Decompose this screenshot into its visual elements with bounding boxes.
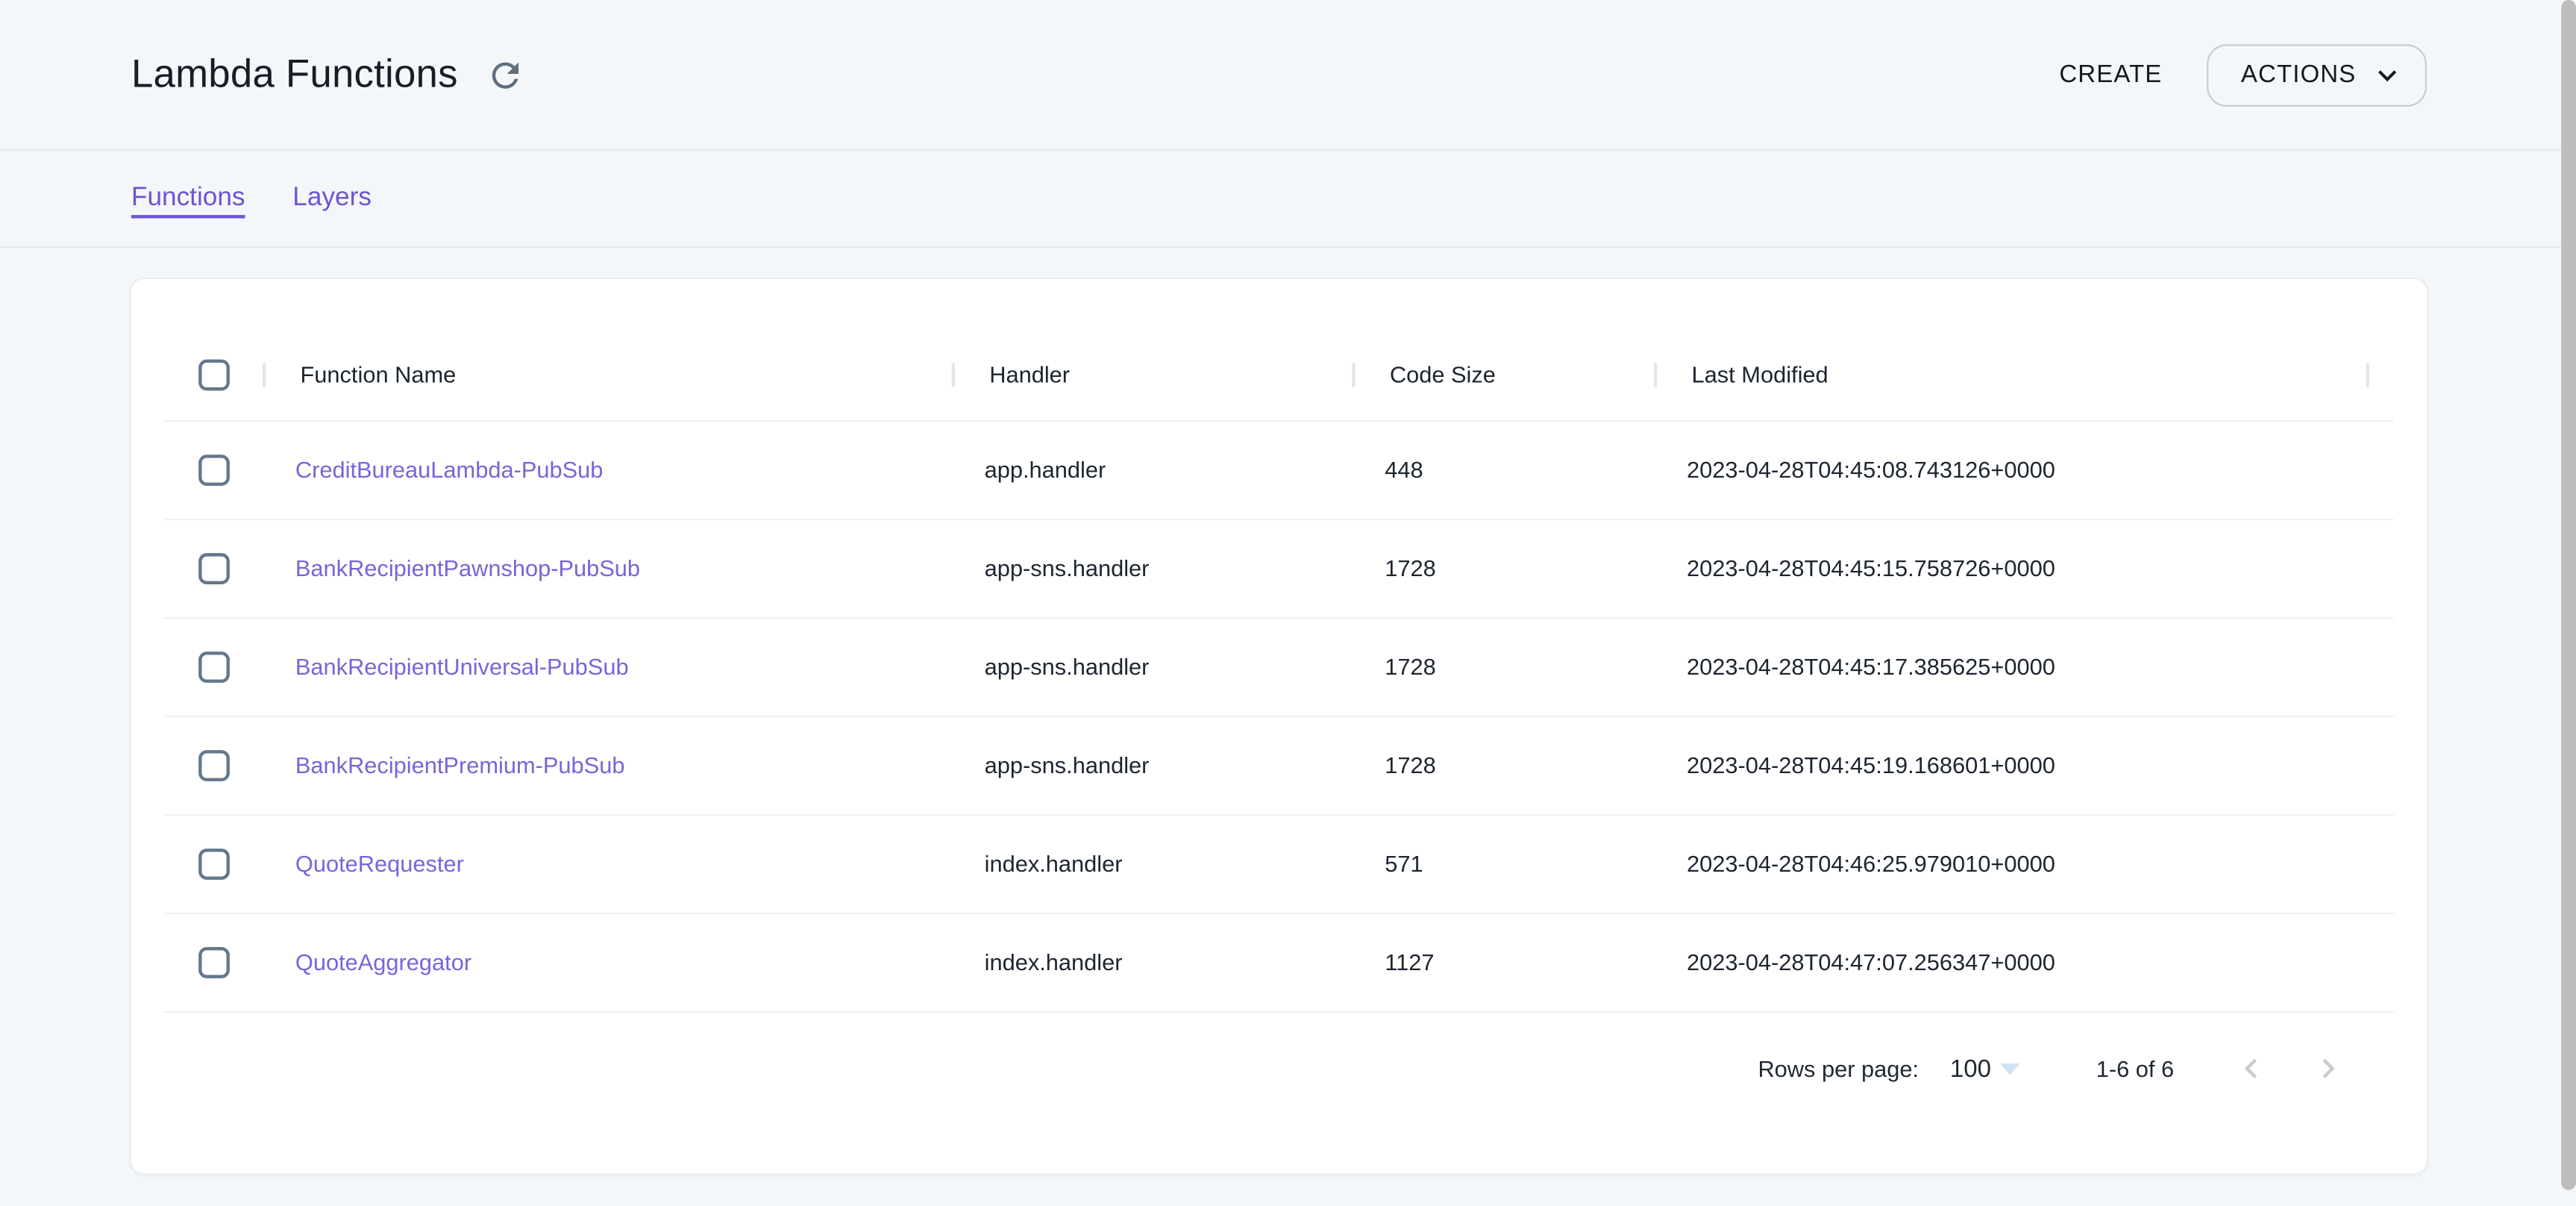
header-checkbox-cell [164, 328, 263, 420]
last-modified-cell: 2023-04-28T04:47:07.256347+0000 [1654, 948, 2055, 974]
row-checkbox[interactable] [198, 750, 229, 781]
table-row: QuoteRequester index.handler 571 2023-04… [164, 816, 2394, 914]
function-name-link[interactable]: BankRecipientPawnshop-PubSub [263, 554, 640, 580]
vertical-scrollbar[interactable] [2561, 0, 2576, 1190]
handler-cell: index.handler [952, 849, 1123, 875]
row-checkbox[interactable] [198, 454, 229, 486]
code-size-cell: 1728 [1352, 554, 1436, 580]
row-checkbox[interactable] [198, 553, 229, 584]
next-page-button[interactable] [2308, 1049, 2348, 1088]
dropdown-arrow-icon [1999, 1063, 2019, 1074]
function-name-link[interactable]: BankRecipientPremium-PubSub [263, 751, 625, 777]
chevron-left-icon [2231, 1049, 2271, 1088]
select-all-checkbox[interactable] [198, 359, 229, 390]
header-handler[interactable]: Handler [952, 328, 1353, 420]
function-name-link[interactable]: BankRecipientUniversal-PubSub [263, 652, 629, 678]
handler-cell: index.handler [952, 948, 1123, 974]
app-header: Lambda Functions CREATE ACTIONS [0, 0, 2576, 151]
functions-table-card: Function Name Handler Code Size Last Mod… [130, 278, 2428, 1175]
row-checkbox[interactable] [198, 652, 229, 683]
last-modified-cell: 2023-04-28T04:45:08.743126+0000 [1654, 455, 2055, 481]
handler-cell: app-sns.handler [952, 652, 1150, 678]
rows-per-page-value: 100 [1950, 1055, 1991, 1082]
handler-cell: app.handler [952, 455, 1106, 481]
code-size-cell: 1127 [1352, 948, 1434, 974]
row-checkbox[interactable] [198, 849, 229, 880]
chevron-right-icon [2308, 1049, 2348, 1088]
table-row: BankRecipientPremium-PubSub app-sns.hand… [164, 717, 2394, 816]
table-row: CreditBureauLambda-PubSub app.handler 44… [164, 422, 2394, 520]
refresh-icon [486, 55, 525, 95]
actions-button-label: ACTIONS [2241, 60, 2356, 88]
table-row: BankRecipientUniversal-PubSub app-sns.ha… [164, 619, 2394, 717]
last-modified-cell: 2023-04-28T04:45:19.168601+0000 [1654, 751, 2055, 777]
actions-button[interactable]: ACTIONS [2207, 43, 2427, 106]
row-checkbox[interactable] [198, 947, 229, 978]
last-modified-cell: 2023-04-28T04:45:17.385625+0000 [1654, 652, 2055, 678]
header-trailing-cell [2366, 328, 2369, 420]
header-last-modified[interactable]: Last Modified [1654, 328, 2366, 420]
header-function-name[interactable]: Function Name [263, 328, 952, 420]
refresh-button[interactable] [486, 55, 525, 95]
handler-cell: app-sns.handler [952, 554, 1150, 580]
table-header-row: Function Name Handler Code Size Last Mod… [164, 328, 2394, 422]
chevron-down-icon [2369, 57, 2405, 93]
last-modified-cell: 2023-04-28T04:45:15.758726+0000 [1654, 554, 2055, 580]
code-size-cell: 1728 [1352, 751, 1436, 777]
tab-layers[interactable]: Layers [292, 184, 372, 213]
create-button[interactable]: CREATE [2040, 48, 2182, 102]
code-size-cell: 571 [1352, 849, 1423, 875]
last-modified-cell: 2023-04-28T04:46:25.979010+0000 [1654, 849, 2055, 875]
table-row: BankRecipientPawnshop-PubSub app-sns.han… [164, 520, 2394, 619]
function-name-link[interactable]: QuoteAggregator [263, 948, 471, 974]
main-area: Function Name Handler Code Size Last Mod… [0, 248, 2576, 1175]
code-size-cell: 448 [1352, 455, 1423, 481]
function-name-link[interactable]: CreditBureauLambda-PubSub [263, 455, 604, 481]
previous-page-button[interactable] [2231, 1049, 2271, 1088]
tab-strip: Functions Layers [0, 151, 2576, 248]
pagination: Rows per page: 100 1-6 of 6 [164, 1026, 2394, 1111]
pagination-range: 1-6 of 6 [2096, 1055, 2174, 1081]
column-separator [2366, 362, 2369, 387]
rows-per-page-select[interactable]: 100 [1950, 1055, 2019, 1082]
rows-per-page-label: Rows per page: [1758, 1055, 1919, 1081]
tab-functions[interactable]: Functions [131, 184, 245, 213]
table-row: QuoteAggregator index.handler 1127 2023-… [164, 914, 2394, 1013]
function-name-link[interactable]: QuoteRequester [263, 849, 464, 875]
page-title: Lambda Functions [131, 51, 458, 98]
page: Lambda Functions CREATE ACTIONS Function… [0, 0, 2576, 1206]
handler-cell: app-sns.handler [952, 751, 1150, 777]
code-size-cell: 1728 [1352, 652, 1436, 678]
header-code-size[interactable]: Code Size [1352, 328, 1654, 420]
